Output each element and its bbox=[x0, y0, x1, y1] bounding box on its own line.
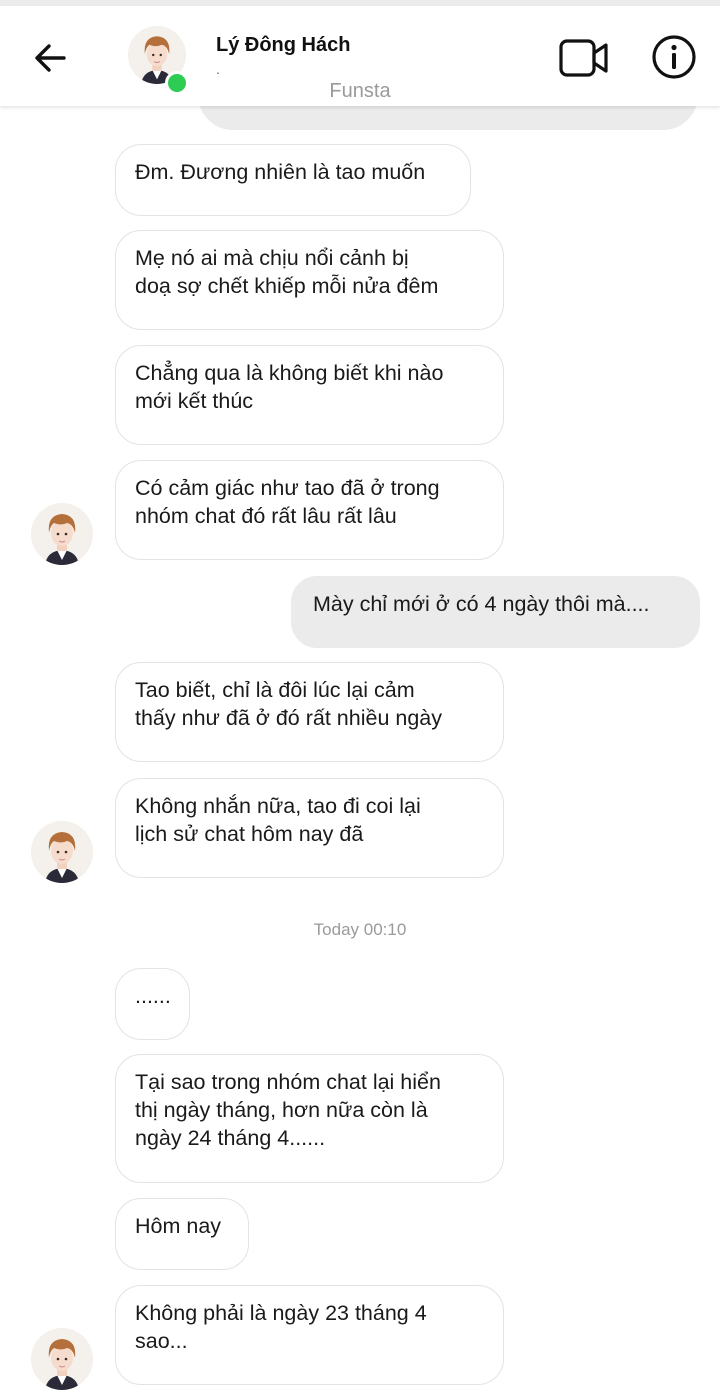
my-message-bubble[interactable]: Mày chỉ mới ở có 4 ngày thôi mà.... bbox=[291, 576, 700, 648]
contact-status: . bbox=[216, 61, 220, 77]
message-bubble[interactable]: Mẹ nó ai mà chịu nổi cảnh bị doạ sợ chết… bbox=[115, 230, 504, 330]
message-bubble[interactable]: Tại sao trong nhóm chat lại hiển thị ngà… bbox=[115, 1054, 504, 1183]
contact-name[interactable]: Lý Đông Hách bbox=[216, 34, 350, 57]
message-bubble[interactable]: Không phải là ngày 23 tháng 4 sao... bbox=[115, 1285, 504, 1385]
contact-avatar-small[interactable] bbox=[31, 1328, 93, 1390]
back-arrow-icon[interactable] bbox=[30, 38, 70, 78]
message-bubble[interactable]: ...... bbox=[115, 968, 190, 1040]
message-bubble[interactable]: Hôm nay bbox=[115, 1198, 249, 1270]
message-bubble[interactable]: Không nhắn nữa, tao đi coi lại lịch sử c… bbox=[115, 778, 504, 878]
message-bubble[interactable]: Đm. Đương nhiên là tao muốn bbox=[115, 144, 471, 216]
message-bubble[interactable]: Tao biết, chỉ là đôi lúc lại cảm thấy nh… bbox=[115, 662, 504, 762]
message-bubble[interactable]: Có cảm giác như tao đã ở trong nhóm chat… bbox=[115, 460, 504, 560]
info-icon[interactable] bbox=[650, 33, 698, 81]
contact-avatar-small[interactable] bbox=[31, 821, 93, 883]
contact-avatar-small[interactable] bbox=[31, 503, 93, 565]
message-timestamp: Today 00:10 bbox=[313, 920, 407, 939]
message-bubble[interactable]: Chẳng qua là không biết khi nào mới kết … bbox=[115, 345, 504, 445]
watermark-text: Funsta bbox=[329, 80, 391, 102]
video-call-icon[interactable] bbox=[558, 36, 610, 80]
